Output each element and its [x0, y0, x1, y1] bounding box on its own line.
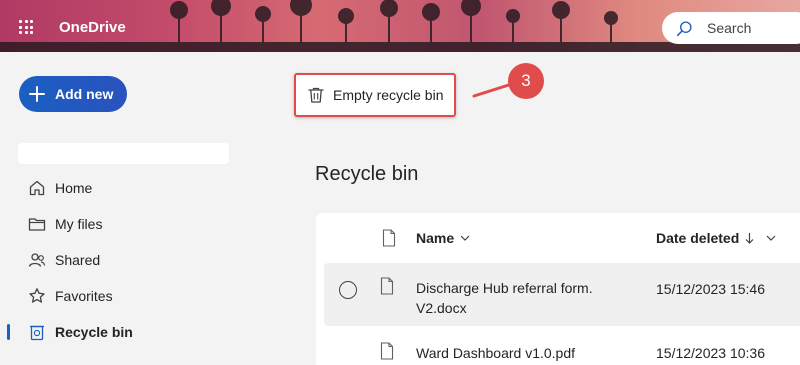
- column-header-name[interactable]: Name: [416, 230, 470, 246]
- page-title: Recycle bin: [315, 163, 419, 185]
- people-icon: [28, 253, 46, 267]
- file-name[interactable]: Ward Dashboard v1.0.pdf: [416, 343, 575, 363]
- sidebar-item-home[interactable]: Home: [0, 171, 240, 205]
- sidebar-item-label: Home: [55, 180, 93, 196]
- plus-icon: [29, 86, 45, 102]
- document-icon: [380, 277, 394, 295]
- date-deleted: 15/12/2023 15:46: [656, 281, 765, 297]
- file-type-header-icon[interactable]: [382, 229, 396, 247]
- sidebar-item-label: Shared: [55, 252, 101, 268]
- row-select-radio[interactable]: [339, 281, 357, 299]
- date-deleted: 15/12/2023 10:36: [656, 345, 765, 361]
- sidebar-item-my-files[interactable]: My files: [0, 207, 240, 241]
- star-icon: [29, 288, 45, 303]
- sidebar-item-label: Favorites: [55, 288, 113, 304]
- chevron-down-icon: [766, 235, 776, 241]
- sidebar-item-shared[interactable]: Shared: [0, 243, 240, 277]
- file-name-line: V2.docx: [416, 300, 467, 316]
- table-row[interactable]: Ward Dashboard v1.0.pdf 15/12/2023 10:36: [324, 334, 800, 365]
- app-title[interactable]: OneDrive: [59, 19, 126, 36]
- sidebar-item-recycle-bin[interactable]: Recycle bin: [0, 315, 240, 349]
- trash-icon: [308, 87, 324, 103]
- redacted-account-field: [18, 143, 229, 164]
- sidebar-item-favorites[interactable]: Favorites: [0, 279, 240, 313]
- step-number-badge: 3: [508, 63, 544, 99]
- chevron-down-icon: [460, 235, 470, 241]
- document-icon: [380, 342, 394, 360]
- empty-recycle-bin-label: Empty recycle bin: [333, 87, 444, 103]
- column-header-label: Name: [416, 230, 455, 246]
- sidebar-item-label: My files: [55, 216, 103, 232]
- table-row[interactable]: Discharge Hub referral form. V2.docx 15/…: [324, 263, 800, 326]
- add-new-button[interactable]: Add new: [19, 76, 127, 112]
- home-icon: [29, 180, 45, 196]
- column-header-date-deleted[interactable]: Date deleted: [656, 230, 776, 246]
- file-name-line: Discharge Hub referral form.: [416, 280, 593, 296]
- column-header-label: Date deleted: [656, 230, 740, 246]
- app-launcher-icon[interactable]: [19, 20, 33, 34]
- recycle-bin-icon: [30, 325, 44, 341]
- folder-icon: [28, 218, 46, 231]
- add-new-label: Add new: [55, 86, 114, 102]
- search-box[interactable]: Search: [662, 12, 800, 44]
- file-name[interactable]: Discharge Hub referral form. V2.docx: [416, 278, 593, 318]
- search-icon: [676, 20, 692, 36]
- search-placeholder: Search: [707, 20, 752, 36]
- empty-recycle-bin-button[interactable]: Empty recycle bin: [294, 73, 456, 117]
- sort-descending-icon: [745, 233, 754, 244]
- top-bar: OneDrive Search: [0, 0, 800, 52]
- sidebar-item-label: Recycle bin: [55, 324, 133, 340]
